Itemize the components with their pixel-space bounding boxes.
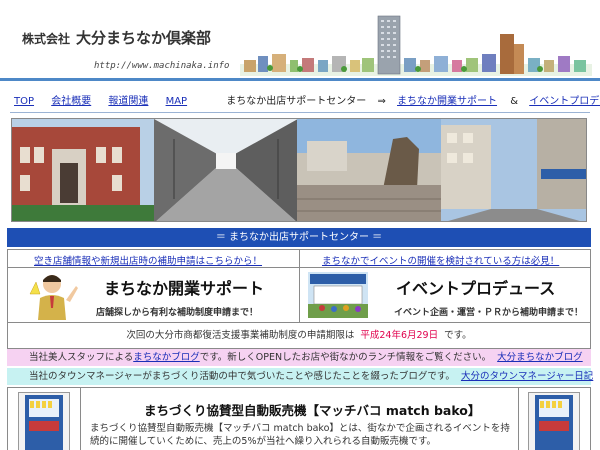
nav-center-label: まちなか出店サポートセンター xyxy=(226,96,367,107)
street-photo-strip xyxy=(11,118,587,222)
event-produce-subtitle: イベント企画・運営・ＰＲから補助申請まで！ xyxy=(394,308,584,318)
vending-right-divider xyxy=(518,388,519,450)
kaigyo-support-title: まちなか開業サポート xyxy=(104,279,265,298)
nav-ampersand: & xyxy=(510,96,519,107)
site-url: http://www.machinaka.info xyxy=(94,61,230,71)
machinaka-blog-row: 当社美人スタッフによるまちなかブログです。新しくOPENしたお店や街なかのランチ… xyxy=(7,349,591,366)
photo-arcade-street xyxy=(153,119,297,221)
subsidy-deadline-notice: 次回の大分市商都復活支援事業補助制度の申請期限は 平成24年6月29日 です。 xyxy=(8,322,590,348)
event-info-link[interactable]: まちなかでイベントの開催を検討されている方は必見！ xyxy=(322,253,559,267)
blog-row-prefix: 当社美人スタッフによる xyxy=(29,352,134,363)
site-header: 株式会社 大分まちなか倶楽部 http://www.machinaka.info xyxy=(0,0,600,82)
nav-divider xyxy=(10,112,590,113)
support-center-banner: ＝ まちなか出店サポートセンター ＝ xyxy=(7,228,591,247)
event-stage-illustration-icon xyxy=(308,272,368,318)
vending-machine-left-image xyxy=(18,392,70,450)
photo-plaza xyxy=(297,119,441,221)
event-produce-title: イベントプロデュース xyxy=(396,279,556,298)
event-produce-card[interactable]: イベントプロデュース イベント企画・運営・ＰＲから補助申請まで！ xyxy=(300,268,591,322)
diary-row-prefix: 当社のタウンマネージャーがまちづくり活動の中で気づいたことや感じたことを綴ったブ… xyxy=(29,371,455,382)
vending-title: まちづくり協賛型自動販売機【マッチバコ match bako】 xyxy=(144,403,481,418)
town-manager-diary-row: 当社のタウンマネージャーがまちづくり活動の中で気づいたことや感じたことを綴ったブ… xyxy=(7,368,593,385)
kaigyo-support-card[interactable]: まちなか開業サポート 店舗探しから有利な補助制度申請まで！ xyxy=(8,268,299,322)
support-services-box: 空き店舗情報や新規出店時の補助申請はこちらから！ まちなかでイベントの開催を検討… xyxy=(7,249,591,349)
businessman-illustration-icon xyxy=(29,275,78,320)
nav-kaigyo-support[interactable]: まちなか開業サポート xyxy=(397,96,497,107)
vacant-store-link[interactable]: 空き店舗情報や新規出店時の補助申請はこちらから！ xyxy=(34,253,262,267)
nav-arrow-icon: ⇒ xyxy=(377,96,386,107)
nav-map[interactable]: MAP xyxy=(166,96,188,107)
nav-event-produce[interactable]: イベントプロデュース xyxy=(529,96,600,107)
main-navigation: TOP 会社概要 報道関連 MAP まちなか出店サポートセンター ⇒ まちなか開… xyxy=(14,92,600,107)
header-divider xyxy=(0,78,600,81)
nav-top[interactable]: TOP xyxy=(14,96,34,107)
blog-row-middle: です。新しくOPENしたお店や街なかのランチ情報をご覧ください。 xyxy=(199,352,492,363)
kaigyo-support-subtitle: 店舗探しから有利な補助制度申請まで！ xyxy=(96,308,259,318)
deadline-text: 次回の大分市商都復活支援事業補助制度の申請期限は xyxy=(126,330,355,341)
vending-description: まちづくり協賛型自動販売機【マッチバコ match bako】とは、街なかで企画… xyxy=(90,423,510,447)
deadline-date: 平成24年6月29日 xyxy=(360,330,439,341)
photo-shopping-street xyxy=(440,119,586,221)
company-logo[interactable]: 株式会社 大分まちなか倶楽部 xyxy=(22,27,211,48)
nav-company[interactable]: 会社概要 xyxy=(51,96,91,107)
deadline-tail: です。 xyxy=(444,330,472,341)
machinaka-blog-link[interactable]: まちなかブログ xyxy=(133,352,200,363)
oita-machinaka-blog-link[interactable]: 大分まちなかブログ xyxy=(497,352,583,363)
city-skyline-illustration xyxy=(240,15,592,76)
matchbako-vending-section: まちづくり協賛型自動販売機【マッチバコ match bako】 まちづくり協賛型… xyxy=(7,387,591,450)
town-manager-diary-link[interactable]: 大分のタウンマネージャー日記 xyxy=(461,371,593,382)
vending-left-divider xyxy=(80,388,81,450)
vending-machine-right-image xyxy=(528,392,580,450)
company-name: 大分まちなか倶楽部 xyxy=(76,29,212,47)
photo-brick-building xyxy=(12,119,154,221)
company-prefix: 株式会社 xyxy=(22,32,71,46)
nav-press[interactable]: 報道関連 xyxy=(108,96,148,107)
